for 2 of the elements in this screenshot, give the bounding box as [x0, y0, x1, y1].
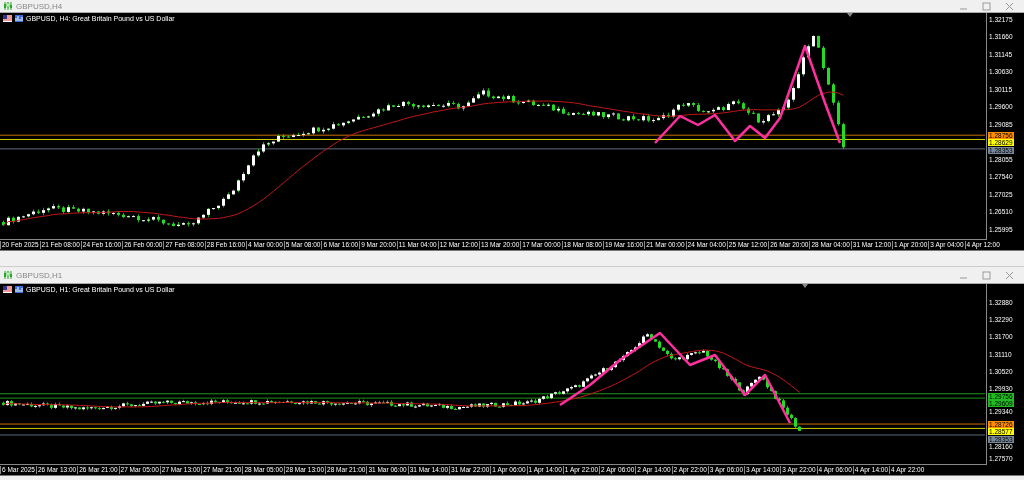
window-title: GBPUSD,H4 [16, 1, 63, 11]
window-title: GBPUSD,H1 [16, 270, 63, 280]
